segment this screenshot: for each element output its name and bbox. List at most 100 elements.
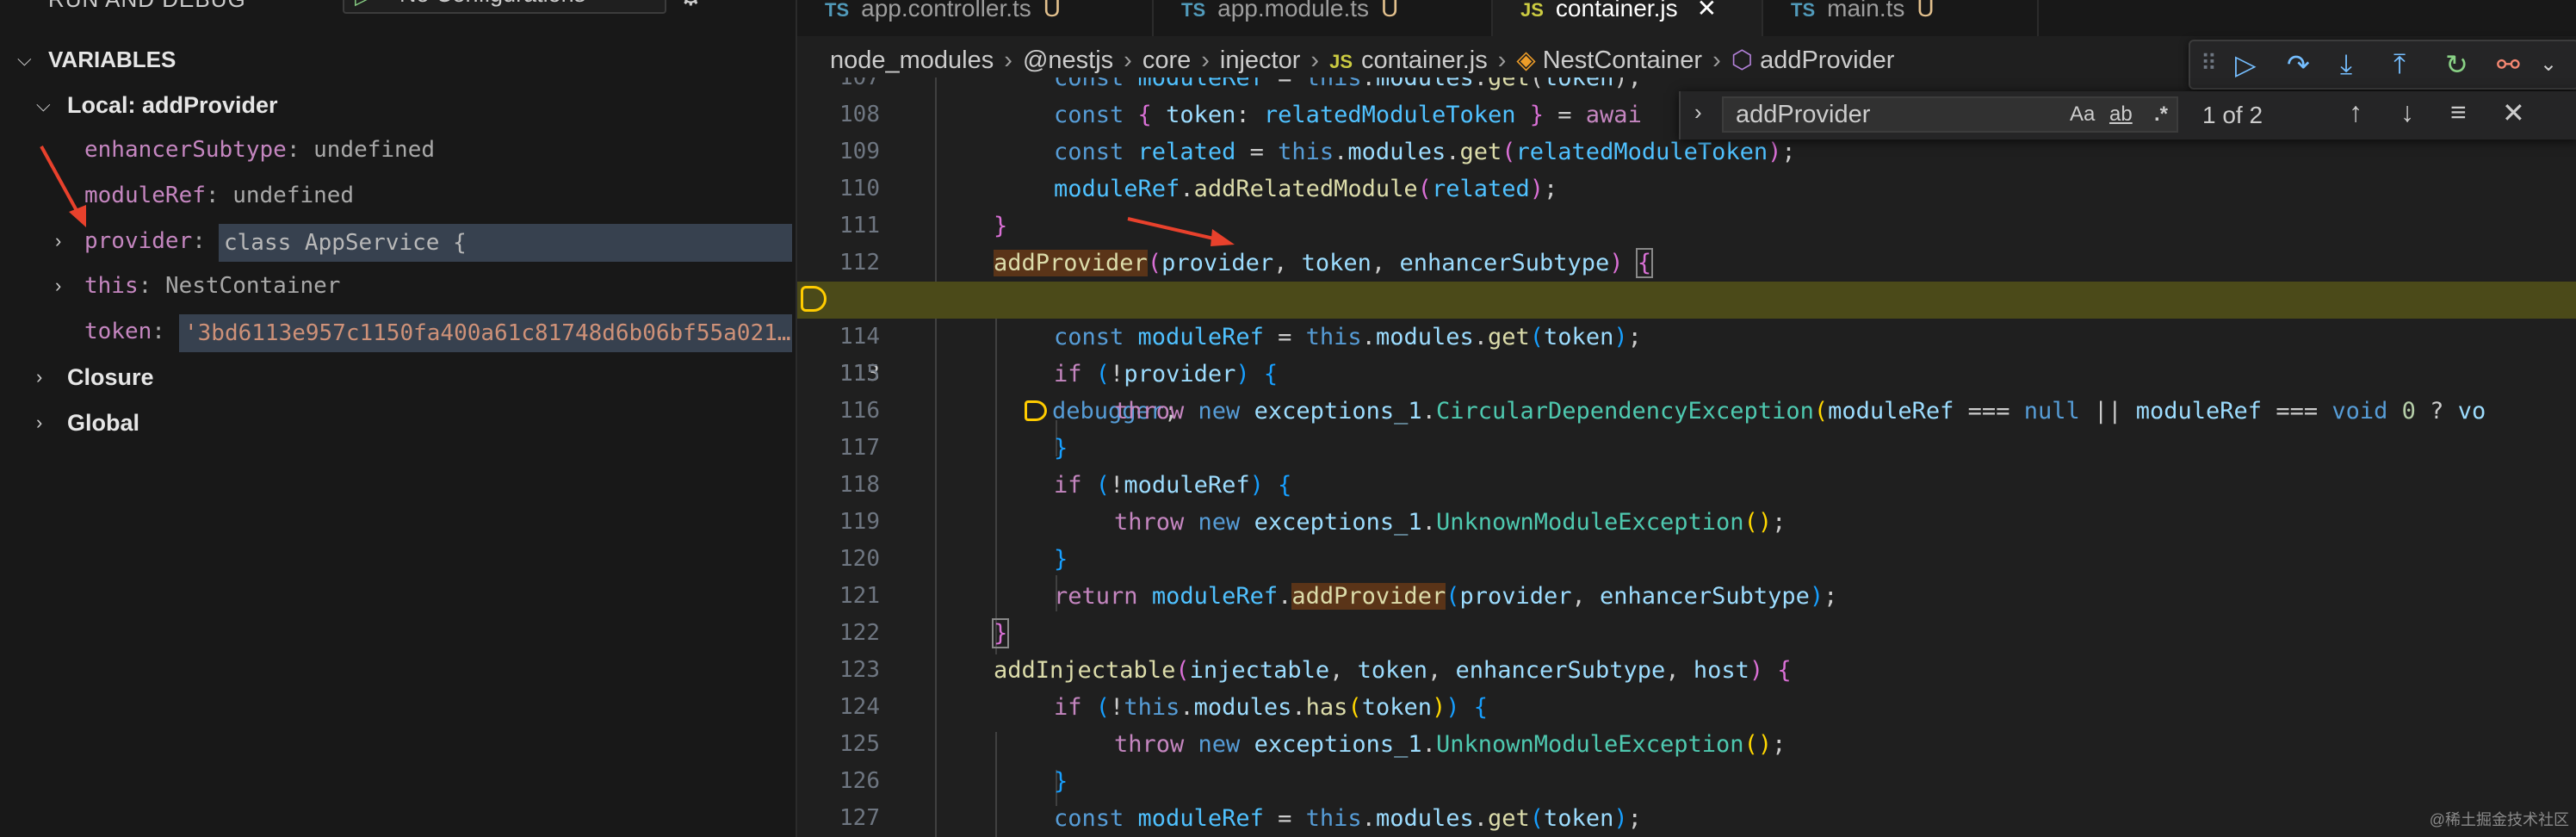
close-icon[interactable]: ✕	[1697, 0, 1717, 22]
variable-name: enhancerSubtype	[84, 137, 287, 163]
tab-label: container.js	[1555, 0, 1678, 22]
tab-modified-badge: U	[1381, 0, 1399, 22]
code-editor[interactable]: 107 const moduleRef = this.modules.get(to…	[797, 78, 2576, 837]
tab-container-js[interactable]: JS container.js ✕	[1493, 0, 1763, 36]
code-line[interactable]: 123 addInjectable(injectable, token, enha…	[797, 652, 2576, 689]
find-widget: › Aa ab .* 1 of 2 ↑ ↓ ≡ ✕	[1679, 91, 2576, 140]
variable-row[interactable]: enhancerSubtype: undefined	[84, 128, 435, 171]
run-debug-title: RUN AND DEBUG	[48, 0, 246, 13]
chevron-right-icon: ›	[1201, 46, 1210, 74]
scope-local[interactable]: ⌵ Local: addProvider	[0, 84, 797, 127]
chevron-right-icon[interactable]: ›	[55, 264, 61, 307]
scope-closure[interactable]: › Closure	[0, 356, 797, 399]
match-case-toggle[interactable]: Aa	[2070, 102, 2095, 127]
gear-icon[interactable]: ⚙	[678, 0, 703, 12]
code-line[interactable]: 111}	[797, 208, 2576, 245]
run-debug-header: RUN AND DEBUG ▷ No Configurations ⌄ ⚙ ⋯	[0, 0, 797, 22]
tab-label: main.ts	[1827, 0, 1905, 22]
step-into-icon[interactable]: ⤓	[2340, 48, 2352, 81]
code-line[interactable]: 124 if (!this.modules.has(token)) {	[797, 689, 2576, 726]
play-icon[interactable]: ▷	[355, 0, 372, 9]
variable-name: token	[84, 319, 152, 344]
tab-app-controller[interactable]: TS app.controller.ts U	[797, 0, 1154, 36]
javascript-icon: JS	[1329, 51, 1353, 72]
variable-row[interactable]: moduleRef: undefined	[84, 174, 354, 217]
breadcrumb-item[interactable]: NestContainer	[1543, 46, 1702, 74]
debug-toolbar: ⠿ ▷ ↷ ⤓ ⤒ ↻ ⚯ ⌄	[2189, 40, 2576, 90]
breadcrumb-item[interactable]: node_modules	[830, 46, 994, 74]
code-line-current[interactable]: 113 debugger;	[797, 282, 2576, 425]
chevron-right-icon: ›	[1497, 46, 1507, 74]
breadcrumb-item[interactable]: container.js	[1361, 46, 1488, 74]
step-out-icon[interactable]: ⤒	[2393, 48, 2406, 81]
drag-handle-icon[interactable]: ⠿	[2201, 50, 2217, 77]
breadcrumb-item[interactable]: core	[1142, 46, 1191, 74]
variables-section-header[interactable]: ⌵ VARIABLES	[0, 38, 797, 81]
chevron-down-icon[interactable]: ⌄	[637, 0, 654, 4]
code-line[interactable]: 116 throw new exceptions_1.CircularDepend…	[797, 393, 2576, 430]
arrow-down-icon[interactable]: ↓	[2400, 96, 2414, 128]
code-line[interactable]: 117}	[797, 430, 2576, 467]
tab-bar: TS app.controller.ts U TS app.module.ts U JS…	[797, 0, 2576, 36]
chevron-down-icon[interactable]: ⌵	[17, 38, 32, 81]
chevron-right-icon: ›	[1124, 46, 1132, 74]
variable-row[interactable]: token: '3bd6113e957c1150fa400a61c81748d6…	[0, 310, 797, 353]
disconnect-icon[interactable]: ⚯	[2497, 48, 2520, 81]
variable-name: moduleRef	[84, 183, 206, 208]
tab-modified-badge: U	[1043, 0, 1062, 22]
tab-main-ts[interactable]: TS main.ts U	[1763, 0, 2039, 36]
breadcrumb-item[interactable]: injector	[1220, 46, 1301, 74]
breadcrumb: node_modules › @nestjs › core › injector › JS con…	[830, 41, 1894, 79]
variable-row[interactable]: › this: NestContainer	[0, 264, 797, 307]
breakpoint-icon[interactable]	[801, 286, 827, 312]
whole-word-toggle[interactable]: ab	[2109, 102, 2133, 127]
debug-sidebar: RUN AND DEBUG ▷ No Configurations ⌄ ⚙ ⋯ …	[0, 0, 797, 837]
scope-global[interactable]: › Global	[0, 401, 797, 444]
code-line[interactable]: 125 throw new exceptions_1.UnknownModuleE…	[797, 726, 2576, 763]
breadcrumb-item[interactable]: @nestjs	[1023, 46, 1113, 74]
code-line[interactable]: 121 return moduleRef.addProvider(provider…	[797, 578, 2576, 615]
chevron-right-icon: ›	[1712, 46, 1721, 74]
breadcrumb-item[interactable]: addProvider	[1760, 46, 1894, 74]
code-line[interactable]: 114 const moduleRef = this.modules.get(to…	[797, 319, 2576, 356]
chevron-right-icon[interactable]: ›	[36, 356, 42, 399]
chevron-right-icon[interactable]: ›	[36, 401, 42, 444]
chevron-right-icon[interactable]: ›	[1694, 99, 1702, 126]
javascript-icon: JS	[1520, 0, 1544, 21]
code-line[interactable]: 112 addProvider(provider, token, enhancer…	[797, 245, 2576, 282]
code-line[interactable]: 119 throw new exceptions_1.UnknownModuleE…	[797, 504, 2576, 541]
chevron-right-icon: ›	[1004, 46, 1012, 74]
variable-value: class AppService {	[219, 224, 792, 262]
close-icon[interactable]: ✕	[2502, 96, 2525, 129]
variable-value: undefined	[232, 183, 355, 208]
code-line[interactable]: 110 moduleRef.addRelatedModule(related);	[797, 170, 2576, 208]
find-in-selection-icon[interactable]: ≡	[2450, 96, 2467, 128]
variable-value: NestContainer	[164, 273, 341, 299]
code-line[interactable]: 126}	[797, 763, 2576, 800]
chevron-down-icon[interactable]: ⌵	[36, 84, 51, 127]
code-line[interactable]: 115 if (!provider) {	[797, 356, 2576, 393]
arrow-up-icon[interactable]: ↑	[2349, 96, 2362, 128]
launch-config-select[interactable]: ▷ No Configurations ⌄	[343, 0, 666, 14]
tab-label: app.module.ts	[1217, 0, 1370, 22]
code-line[interactable]: 122}	[797, 615, 2576, 652]
regex-toggle[interactable]: .*	[2154, 102, 2168, 127]
restart-icon[interactable]: ↻	[2445, 48, 2468, 81]
code-line[interactable]: 120}	[797, 541, 2576, 578]
annotation-arrow	[40, 146, 86, 227]
variables-header: VARIABLES	[48, 46, 176, 72]
code-line[interactable]: 118 if (!moduleRef) {	[797, 467, 2576, 504]
more-icon[interactable]: ⋯	[732, 0, 761, 9]
code-line[interactable]: 127 const moduleRef = this.modules.get(to…	[797, 800, 2576, 837]
continue-icon[interactable]: ▷	[2235, 48, 2257, 81]
typescript-icon: TS	[1181, 0, 1206, 21]
chevron-down-icon[interactable]: ⌄	[2540, 52, 2557, 77]
scope-label: Closure	[67, 364, 154, 390]
method-icon: ⬡	[1731, 46, 1754, 74]
chevron-right-icon: ›	[1310, 46, 1320, 74]
tab-app-module[interactable]: TS app.module.ts U	[1154, 0, 1493, 36]
typescript-icon: TS	[1791, 0, 1816, 21]
launch-config-label: No Configurations	[399, 0, 585, 8]
step-over-icon[interactable]: ↷	[2287, 48, 2310, 81]
variable-row[interactable]: › provider: class AppService {	[0, 220, 797, 263]
